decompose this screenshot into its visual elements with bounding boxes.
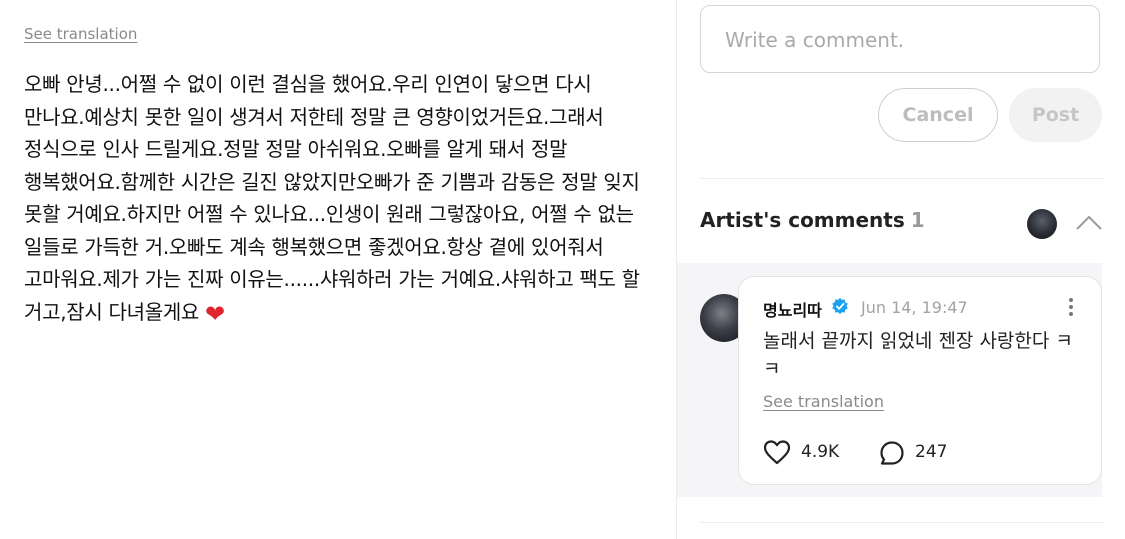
- reply-count: 247: [915, 442, 948, 462]
- post-button[interactable]: Post: [1009, 88, 1102, 142]
- section-divider: [700, 178, 1103, 179]
- verified-badge-icon: [832, 297, 848, 315]
- artist-comments-title: Artist's comments: [700, 208, 905, 232]
- comment-author[interactable]: 명뇨리따: [763, 297, 822, 321]
- heart-emoji-icon: ❤: [205, 299, 225, 328]
- post-panel: See translation 오빠 안녕...어쩔 수 없이 이런 결심을 했…: [0, 0, 676, 539]
- comment-timestamp: Jun 14, 19:47: [861, 298, 968, 317]
- chevron-up-icon[interactable]: [1075, 213, 1103, 233]
- comment-input[interactable]: Write a comment.: [700, 5, 1100, 73]
- cancel-button[interactable]: Cancel: [878, 88, 998, 142]
- reply-bubble-icon[interactable]: [879, 440, 905, 466]
- post-body-text: 오빠 안녕...어쩔 수 없이 이런 결심을 했어요.우리 인연이 닿으면 다시…: [24, 72, 640, 324]
- like-count: 4.9K: [801, 442, 840, 462]
- section-divider-bottom: [700, 522, 1103, 523]
- comment-text: 놀래서 끝까지 읽었네 젠장 사랑한다 ㅋㅋ: [763, 330, 1073, 380]
- comments-panel: Write a comment. Cancel Post Artist's co…: [677, 0, 1125, 539]
- artist-comments-header: Artist's comments 1: [700, 208, 925, 232]
- see-translation-link[interactable]: See translation: [24, 25, 137, 43]
- comment-card: 명뇨리따 Jun 14, 19:47 놀래서 끝까지 읽었네 젠장 사랑한다 ㅋ…: [738, 276, 1102, 485]
- more-options-icon[interactable]: [1067, 297, 1075, 317]
- heart-icon[interactable]: [763, 439, 791, 465]
- post-body: 오빠 안녕...어쩔 수 없이 이런 결심을 했어요.우리 인연이 닿으면 다시…: [24, 68, 654, 330]
- comment-see-translation-link[interactable]: See translation: [763, 392, 884, 411]
- artist-comments-count: 1: [910, 208, 925, 232]
- artist-avatar: [1027, 209, 1057, 239]
